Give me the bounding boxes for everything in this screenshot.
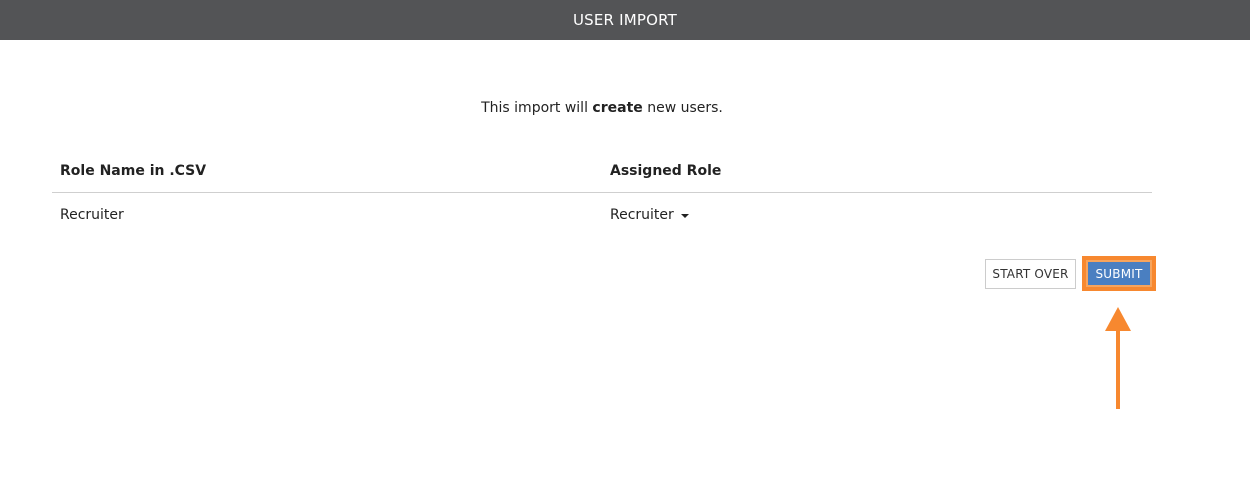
caret-down-icon	[680, 214, 689, 218]
arrow-up-icon	[1105, 307, 1131, 409]
table-row: Recruiter Recruiter	[52, 193, 1152, 237]
user-import-page: USER IMPORT This import will create new …	[0, 0, 1250, 495]
column-header-csv-role: Role Name in .CSV	[60, 163, 207, 179]
csv-role-name: Recruiter	[60, 207, 124, 223]
column-header-assigned-role: Assigned Role	[610, 163, 722, 179]
intro-text-after: new users.	[642, 100, 723, 116]
start-over-button[interactable]: START OVER	[985, 259, 1076, 289]
header-bar: USER IMPORT	[0, 0, 1250, 40]
table-header: Role Name in .CSV Assigned Role	[52, 152, 1152, 193]
intro-text-before: This import will	[481, 100, 593, 116]
submit-button[interactable]: SUBMIT	[1088, 262, 1150, 285]
assigned-role-value: Recruiter	[610, 207, 674, 223]
assigned-role-dropdown[interactable]: Recruiter	[610, 207, 689, 223]
page-title: USER IMPORT	[572, 11, 678, 29]
role-mapping-table: Role Name in .CSV Assigned Role Recruite…	[52, 152, 1152, 237]
intro-text-emphasis: create	[592, 100, 643, 116]
import-description: This import will create new users.	[0, 100, 1204, 116]
